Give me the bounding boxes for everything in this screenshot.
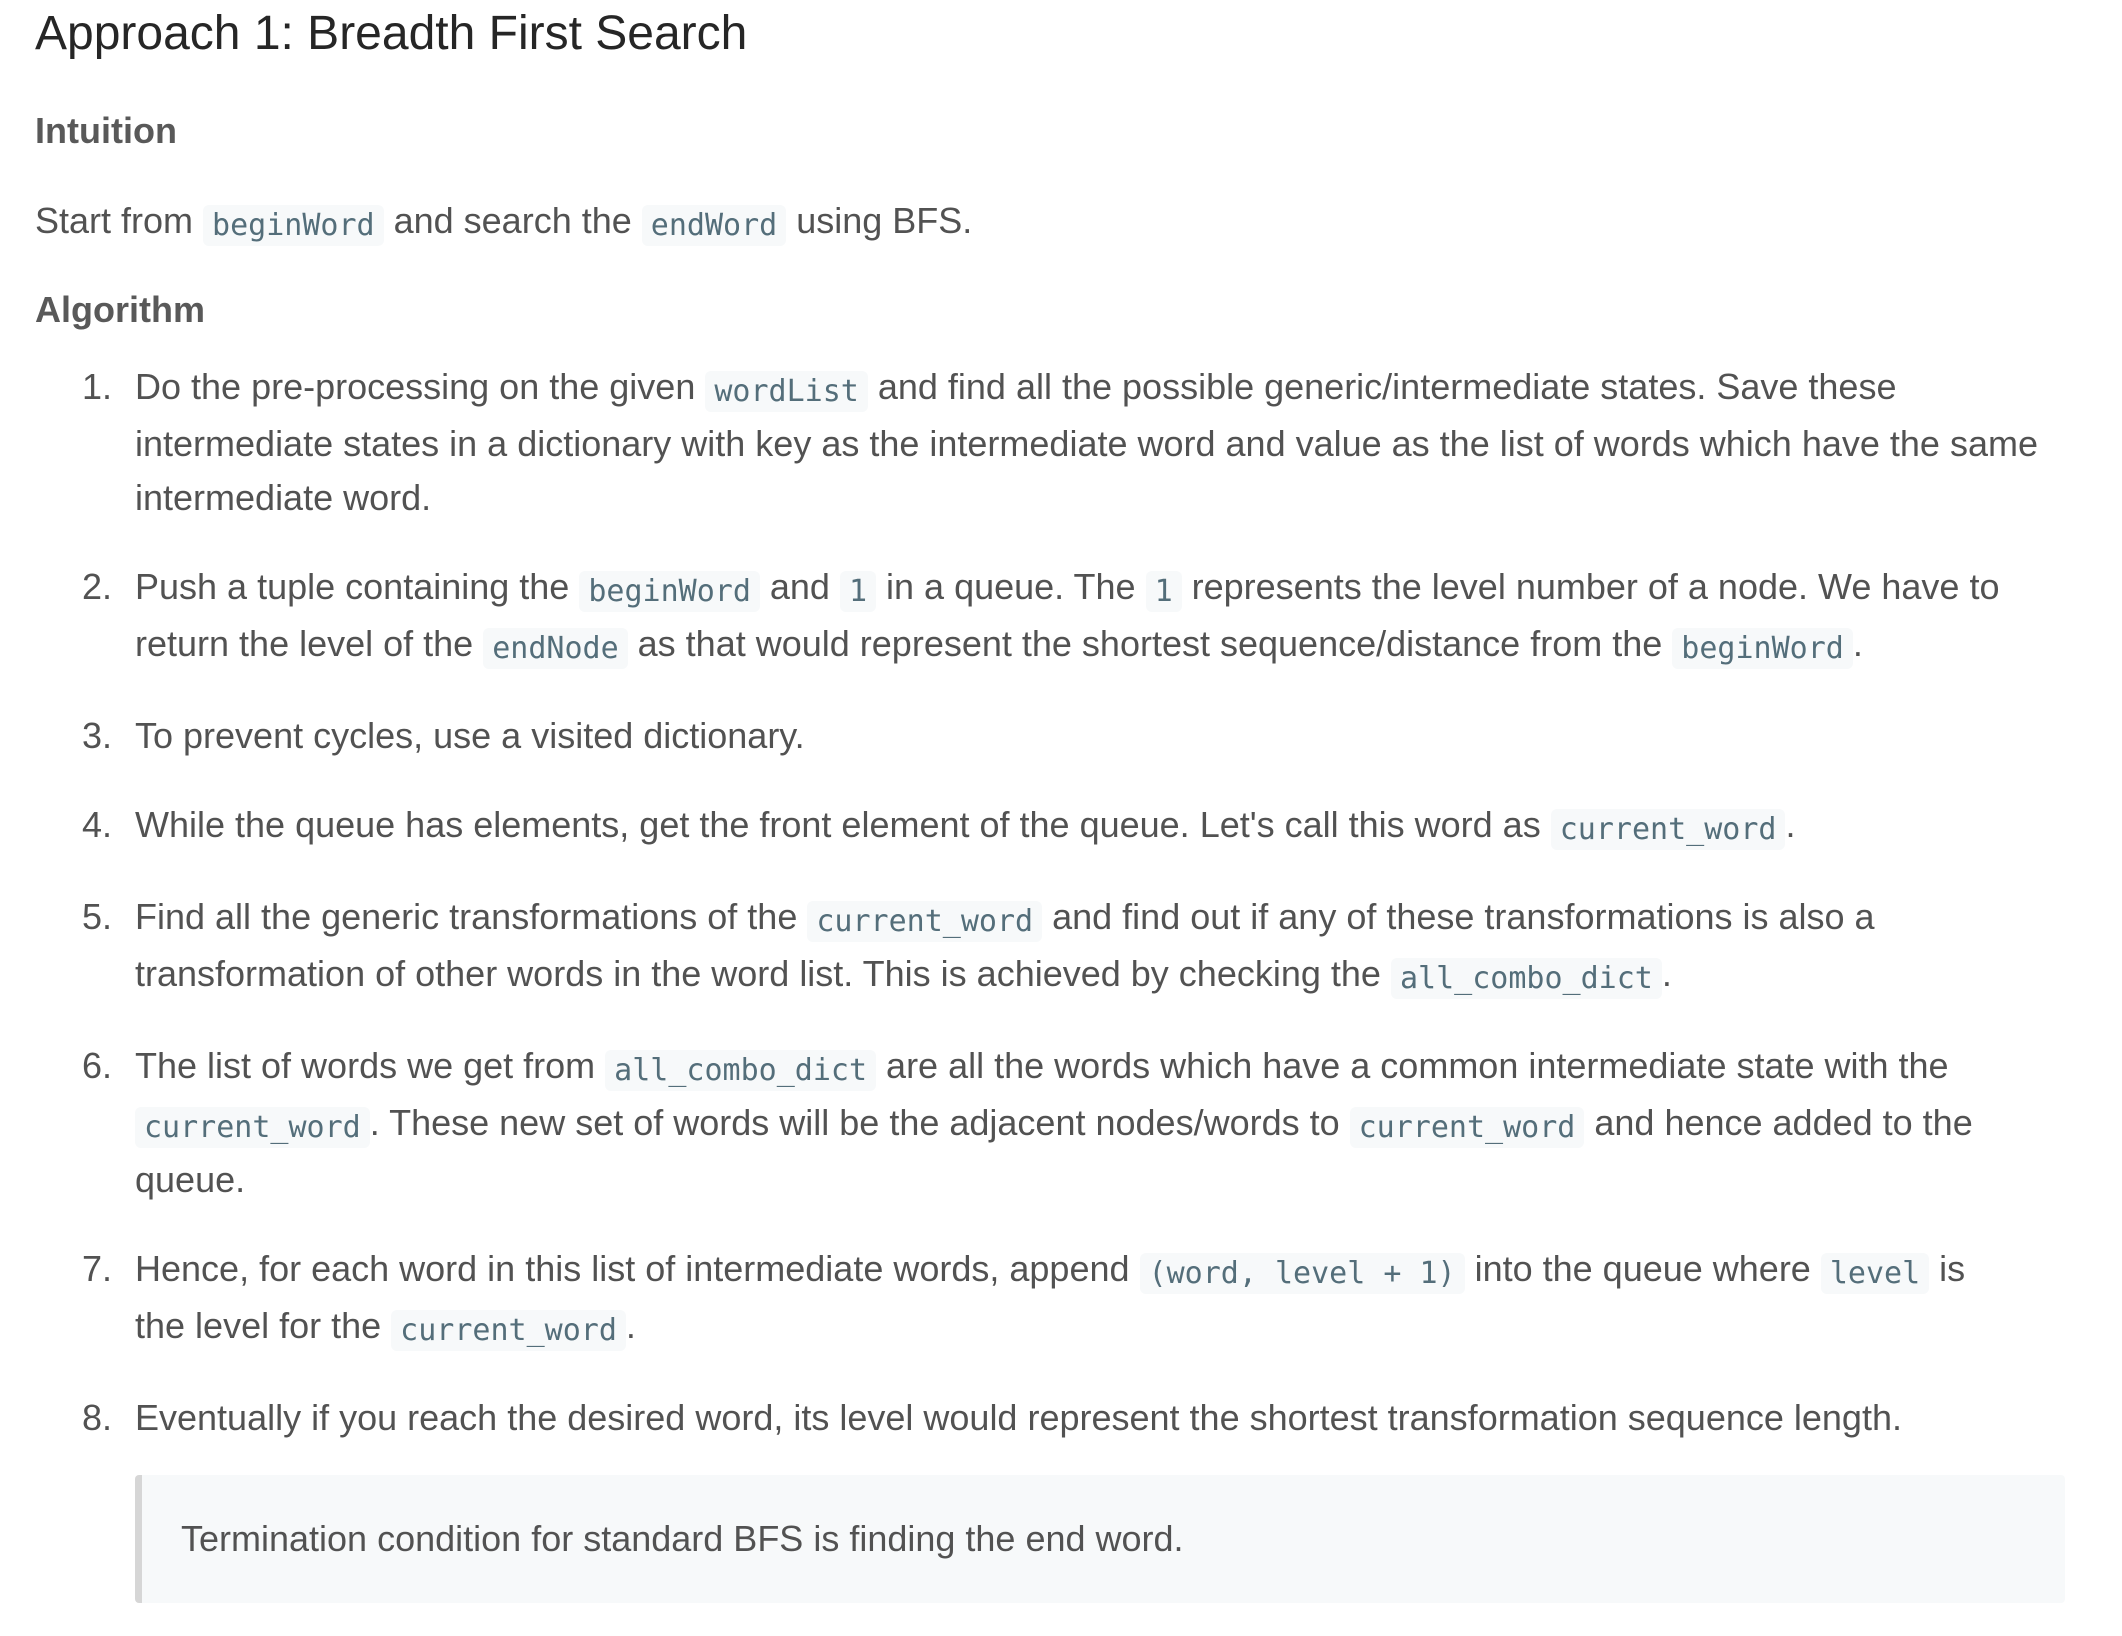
text: Push a tuple containing the	[135, 566, 580, 607]
algorithm-heading: Algorithm	[35, 289, 205, 330]
inline-code-beginword: beginWord	[203, 205, 384, 246]
algorithm-steps: 1. Do the pre-processing on the given wo…	[35, 360, 2095, 1480]
step-2: 2. Push a tuple containing the beginWord…	[35, 560, 2095, 674]
page-title: Approach 1: Breadth First Search	[35, 7, 748, 60]
text: return the level of the	[135, 623, 484, 664]
step-7: 7. Hence, for each word in this list of …	[35, 1242, 2095, 1356]
step-number: 3.	[82, 715, 113, 756]
inline-code: beginWord	[579, 571, 760, 612]
text: and search the	[383, 200, 642, 241]
text: Find all the generic transformations of …	[135, 896, 808, 937]
inline-code: current_word	[1550, 809, 1786, 850]
inline-code: 1	[1145, 571, 1182, 612]
text: To prevent cycles, use a visited diction…	[135, 715, 805, 756]
text: .	[1785, 804, 1796, 845]
intuition-heading: Intuition	[35, 110, 177, 151]
text: as that would represent the shortest seq…	[627, 623, 1673, 664]
text: into the queue where	[1464, 1248, 1821, 1289]
step-number: 5.	[82, 896, 113, 937]
text: in a queue. The	[876, 566, 1146, 607]
step-5: 5. Find all the generic transformations …	[35, 890, 2095, 1004]
text: queue.	[135, 1159, 246, 1200]
text: and	[759, 566, 840, 607]
step-number: 7.	[82, 1248, 113, 1289]
text: using BFS.	[786, 200, 973, 241]
note-text: Termination condition for standard BFS i…	[181, 1518, 1184, 1559]
inline-code: all_combo_dict	[605, 1050, 877, 1091]
inline-code: endNode	[483, 628, 628, 669]
text: intermediate states in a dictionary with…	[135, 423, 2038, 464]
blockquote-note: Termination condition for standard BFS i…	[135, 1475, 2065, 1603]
text: Hence, for each word in this list of int…	[135, 1248, 1140, 1289]
inline-code: current_word	[1349, 1107, 1585, 1148]
text: Eventually if you reach the desired word…	[135, 1397, 1902, 1438]
step-8: 8. Eventually if you reach the desired w…	[35, 1391, 2095, 1445]
text: . These new set of words will be the adj…	[369, 1102, 1350, 1143]
text: .	[625, 1305, 636, 1346]
step-number: 1.	[82, 366, 113, 407]
step-1: 1. Do the pre-processing on the given wo…	[35, 360, 2095, 525]
text: .	[1852, 623, 1863, 664]
text: Do the pre-processing on the given	[135, 366, 706, 407]
text: intermediate word.	[135, 477, 432, 518]
inline-code: level	[1820, 1253, 1930, 1294]
inline-code-endword: endWord	[641, 205, 787, 246]
text: and find out if any of these transformat…	[1042, 896, 1875, 937]
text: and hence added to the	[1584, 1102, 1973, 1143]
text: and find all the possible generic/interm…	[867, 366, 1897, 407]
inline-code: current_word	[391, 1310, 626, 1351]
text: While the queue has elements, get the fr…	[135, 804, 1551, 845]
text: represents the level number of a node. W…	[1181, 566, 2000, 607]
step-3: 3. To prevent cycles, use a visited dict…	[35, 709, 2095, 763]
inline-code: (word, level + 1)	[1139, 1253, 1465, 1294]
step-number: 6.	[82, 1045, 113, 1086]
text: is	[1929, 1248, 1966, 1289]
inline-code: all_combo_dict	[1390, 958, 1662, 999]
text: the level for the	[135, 1305, 392, 1346]
inline-code: beginWord	[1672, 628, 1853, 669]
text: transformation of other words in the wor…	[135, 953, 1391, 994]
step-6: 6. The list of words we get from all_com…	[35, 1039, 2095, 1207]
inline-code: current_word	[807, 901, 1043, 942]
step-number: 4.	[82, 804, 113, 845]
text: .	[1661, 953, 1672, 994]
text: Start from	[35, 200, 204, 241]
text: The list of words we get from	[135, 1045, 606, 1086]
text: are all the words which have a common in…	[876, 1045, 1949, 1086]
inline-code: wordList	[705, 371, 868, 412]
step-number: 8.	[82, 1397, 113, 1438]
step-4: 4. While the queue has elements, get the…	[35, 798, 2095, 855]
inline-code: 1	[839, 571, 877, 612]
step-number: 2.	[82, 566, 113, 607]
inline-code: current_word	[135, 1107, 370, 1148]
intuition-paragraph: Start from beginWord and search the endW…	[35, 194, 972, 251]
